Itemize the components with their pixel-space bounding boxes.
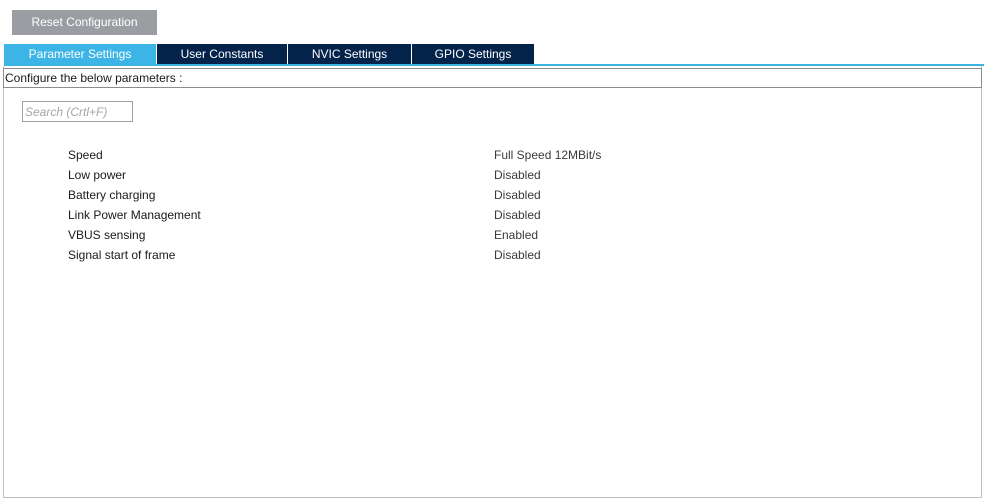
parameter-name: Link Power Management xyxy=(68,208,201,222)
parameter-list: Speed Full Speed 12MBit/s Low power Disa… xyxy=(68,145,668,265)
tab-bar: Parameter Settings User Constants NVIC S… xyxy=(4,44,535,64)
panel-header: Configure the below parameters : xyxy=(3,68,982,88)
tab-user-constants[interactable]: User Constants xyxy=(157,44,288,64)
parameter-value[interactable]: Disabled xyxy=(494,205,541,225)
parameter-value[interactable]: Disabled xyxy=(494,245,541,265)
tab-nvic-settings[interactable]: NVIC Settings xyxy=(288,44,412,64)
parameter-row-signal-start-of-frame[interactable]: Signal start of frame Disabled xyxy=(68,245,668,265)
tab-parameter-settings[interactable]: Parameter Settings xyxy=(4,44,157,64)
parameter-name: Battery charging xyxy=(68,188,156,202)
parameter-value[interactable]: Disabled xyxy=(494,165,541,185)
tab-gpio-settings[interactable]: GPIO Settings xyxy=(412,44,535,64)
parameter-name: Low power xyxy=(68,168,127,182)
parameter-row-vbus-sensing[interactable]: VBUS sensing Enabled xyxy=(68,225,668,245)
parameter-name: VBUS sensing xyxy=(68,228,146,242)
parameter-value[interactable]: Full Speed 12MBit/s xyxy=(494,145,601,165)
parameter-value[interactable]: Enabled xyxy=(494,225,538,245)
parameter-row-speed[interactable]: Speed Full Speed 12MBit/s xyxy=(68,145,668,165)
reset-configuration-button[interactable]: Reset Configuration xyxy=(12,10,157,35)
search-input[interactable] xyxy=(22,101,133,122)
parameter-panel xyxy=(3,66,982,498)
parameter-row-battery-charging[interactable]: Battery charging Disabled xyxy=(68,185,668,205)
parameter-name: Speed xyxy=(68,148,103,162)
parameter-value[interactable]: Disabled xyxy=(494,185,541,205)
configuration-page: Reset Configuration Parameter Settings U… xyxy=(0,0,984,502)
parameter-row-link-power-management[interactable]: Link Power Management Disabled xyxy=(68,205,668,225)
parameter-row-low-power[interactable]: Low power Disabled xyxy=(68,165,668,185)
parameter-name: Signal start of frame xyxy=(68,248,176,262)
